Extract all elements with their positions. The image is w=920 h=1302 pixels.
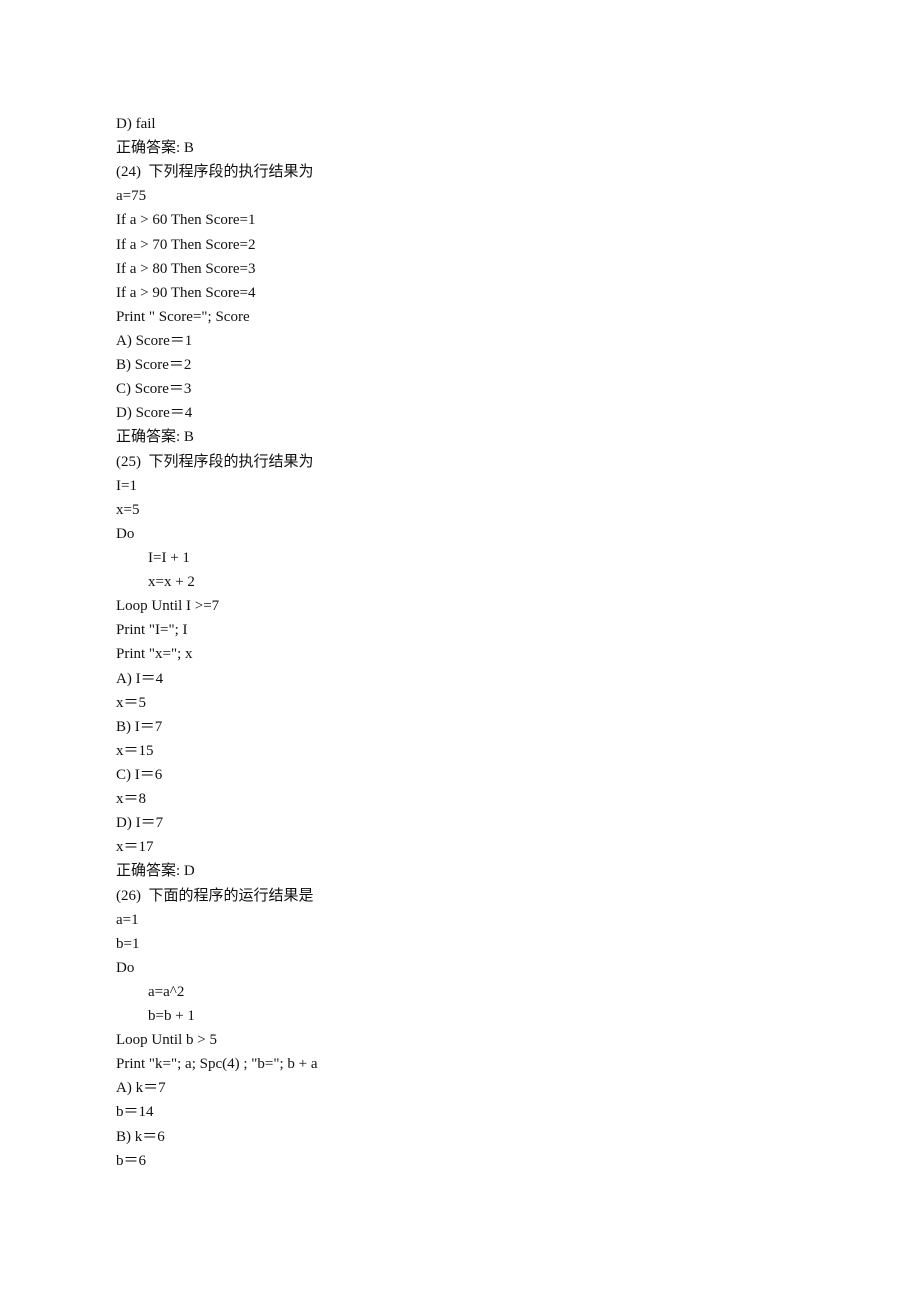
answer-option-line: C) Score＝3	[116, 381, 192, 398]
answer-option-line: x＝15	[116, 742, 154, 759]
code-line: x=x + 2	[148, 574, 195, 591]
answer-option-line: x＝5	[116, 694, 147, 711]
code-line: a=a^2	[148, 983, 185, 1000]
answer-option-line: A) Score＝1	[116, 332, 193, 349]
answer-option-line: B) k＝6	[116, 1128, 165, 1145]
code-line: a=1	[116, 911, 139, 928]
answer-option-line: B) Score＝2	[116, 357, 192, 374]
document-page: D) fail 正确答案: B (24) 下列程序段的执行结果为 a=75 If a >…	[116, 112, 816, 1173]
answer-option-line: D) Score＝4	[116, 405, 193, 422]
code-line: Loop Until b > 5	[116, 1032, 217, 1049]
correct-answer-line: 正确答案: B	[116, 140, 194, 157]
answer-option-line: C) I＝6	[116, 766, 163, 783]
code-line: I=1	[116, 477, 137, 494]
code-line: Do	[116, 959, 135, 976]
code-line: x=5	[116, 501, 140, 518]
code-line: Print "x="; x	[116, 646, 193, 663]
answer-option-line: A) I＝4	[116, 670, 164, 687]
code-line: If a > 80 Then Score=3	[116, 260, 256, 277]
correct-answer-line: 正确答案: D	[116, 863, 195, 880]
code-line: b=b + 1	[148, 1008, 195, 1025]
answer-option-line: b＝6	[116, 1152, 147, 1169]
correct-answer-line: 正确答案: B	[116, 429, 194, 446]
question-heading: (26) 下面的程序的运行结果是	[116, 887, 314, 904]
code-line: If a > 70 Then Score=2	[116, 236, 256, 253]
code-line: If a > 90 Then Score=4	[116, 284, 256, 301]
code-line: Loop Until I >=7	[116, 598, 220, 615]
question-heading: (24) 下列程序段的执行结果为	[116, 164, 314, 181]
answer-option-line: D) I＝7	[116, 815, 164, 832]
answer-option-line: D) fail	[116, 116, 156, 132]
code-line: Print "k="; a; Spc(4) ; "b="; b + a	[116, 1056, 318, 1073]
answer-option-line: x＝17	[116, 839, 154, 856]
code-line: I=I + 1	[148, 549, 190, 566]
question-heading: (25) 下列程序段的执行结果为	[116, 453, 314, 470]
code-line: a=75	[116, 188, 147, 205]
code-line: If a > 60 Then Score=1	[116, 212, 256, 229]
code-line: Do	[116, 525, 135, 542]
code-line: Print " Score="; Score	[116, 308, 250, 325]
answer-option-line: B) I＝7	[116, 718, 163, 735]
code-line: b=1	[116, 935, 140, 952]
answer-option-line: b＝14	[116, 1104, 154, 1121]
code-line: Print "I="; I	[116, 622, 188, 639]
answer-option-line: x＝8	[116, 791, 147, 808]
answer-option-line: A) k＝7	[116, 1080, 166, 1097]
